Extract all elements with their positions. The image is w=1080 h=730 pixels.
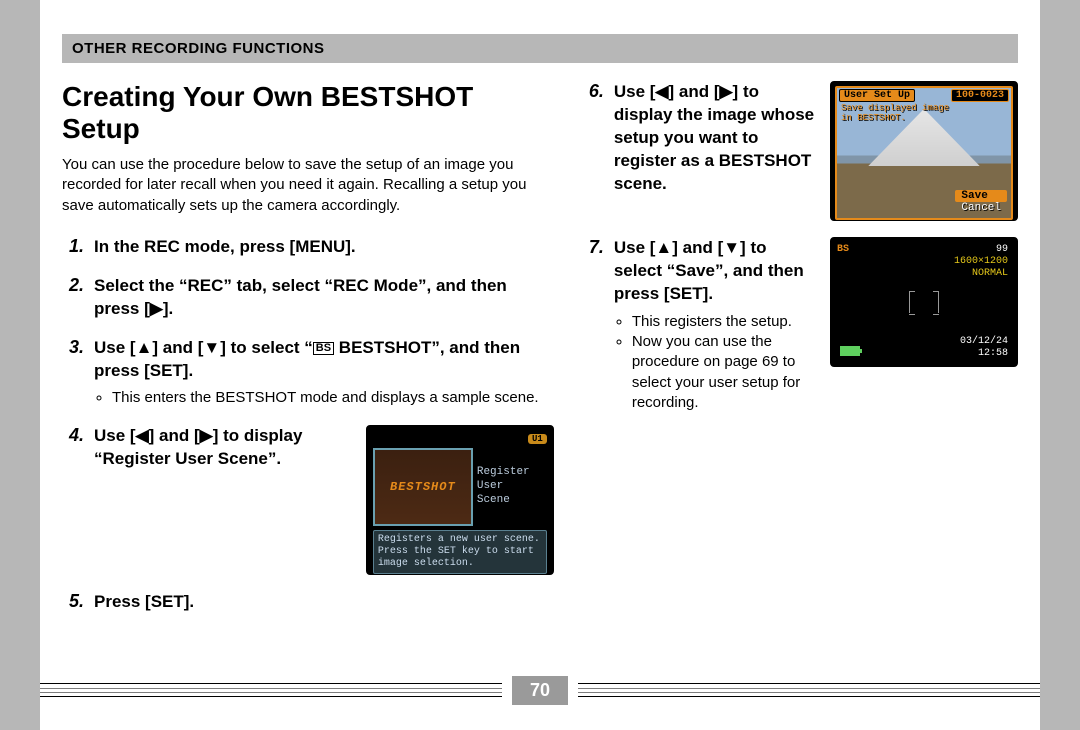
step-3: 3. Use [▲] and [▼] to select “BS BESTSHO… [62, 337, 554, 409]
step-text: Use [▲] and [▼] to select “BS BESTSHOT”,… [94, 338, 520, 380]
bestshot-logo: BESTSHOT [390, 480, 456, 494]
step-number: 6. [582, 81, 604, 221]
footer-rule [40, 683, 502, 697]
battery-icon [840, 346, 860, 360]
section-header: OTHER RECORDING FUNCTIONS [62, 34, 1018, 63]
step-6: 6. Use [◀] and [▶] to display the image … [582, 81, 1018, 221]
right-column: 6. Use [◀] and [▶] to display the image … [582, 81, 1018, 630]
save-option: Save [955, 190, 1007, 202]
page-number: 70 [512, 676, 568, 705]
page-title: Creating Your Own BESTSHOT Setup [62, 81, 554, 145]
time-label: 12:58 [960, 348, 1008, 360]
date-label: 03/12/24 [960, 336, 1008, 348]
left-column: Creating Your Own BESTSHOT Setup You can… [62, 81, 554, 630]
step-text: Use [◀] and [▶] to display “Register Use… [94, 426, 302, 468]
step-7: 7. Use [▲] and [▼] to select “Save”, and… [582, 237, 1018, 413]
step-number: 2. [62, 275, 84, 321]
step-5: 5. Press [SET]. [62, 591, 554, 614]
step-1: 1. In the REC mode, press [MENU]. [62, 236, 554, 259]
step-2: 2. Select the “REC” tab, select “REC Mod… [62, 275, 554, 321]
menu-text: Register User Scene [477, 448, 547, 526]
camera-screenshot-register-scene: U1 BESTSHOT Register User Scene Re [366, 425, 554, 575]
step-number: 5. [62, 591, 84, 614]
focus-frame-icon [909, 291, 939, 313]
resolution-label: 1600×1200 [954, 256, 1008, 268]
shots-remaining: 99 [954, 244, 1008, 256]
step-4: 4. Use [◀] and [▶] to display “Register … [62, 425, 554, 575]
step-text: Select the “REC” tab, select “REC Mode”,… [94, 276, 507, 318]
file-number-chip: 100-0023 [951, 89, 1009, 102]
bs-indicator: BS [837, 244, 849, 255]
subtext: Save displayed image in BESTSHOT. [841, 103, 949, 124]
page-footer: 70 [40, 680, 1040, 700]
step-text: Use [▲] and [▼] to select “Save”, and th… [614, 238, 804, 303]
footer-rule [578, 683, 1040, 697]
step-text: In the REC mode, press [MENU]. [94, 237, 356, 256]
step-bullet: Now you can use the procedure on page 69… [632, 332, 816, 413]
quality-label: NORMAL [954, 268, 1008, 280]
step-number: 1. [62, 236, 84, 259]
camera-screenshot-save-image: User Set Up 100-0023 Save displayed imag… [830, 81, 1018, 221]
step-number: 4. [62, 425, 84, 575]
camera-screenshot-rec-screen: BS 99 1600×1200 NORMAL 03/12/24 [830, 237, 1018, 367]
mode-chip: User Set Up [839, 89, 915, 102]
step-bullet: This registers the setup. [632, 312, 816, 332]
intro-paragraph: You can use the procedure below to save … [62, 155, 554, 216]
step-number: 3. [62, 337, 84, 409]
step-number: 7. [582, 237, 604, 413]
cancel-option: Cancel [955, 202, 1007, 214]
bs-icon: BS [313, 342, 334, 355]
step-text: Press [SET]. [94, 592, 194, 611]
step-bullet: This enters the BESTSHOT mode and displa… [112, 388, 554, 408]
description-bar: Registers a new user scene. Press the SE… [373, 530, 547, 574]
preview-thumbnail: BESTSHOT [373, 448, 473, 526]
step-text: Use [◀] and [▶] to display the image who… [614, 82, 814, 193]
scene-id-badge: U1 [528, 434, 547, 444]
